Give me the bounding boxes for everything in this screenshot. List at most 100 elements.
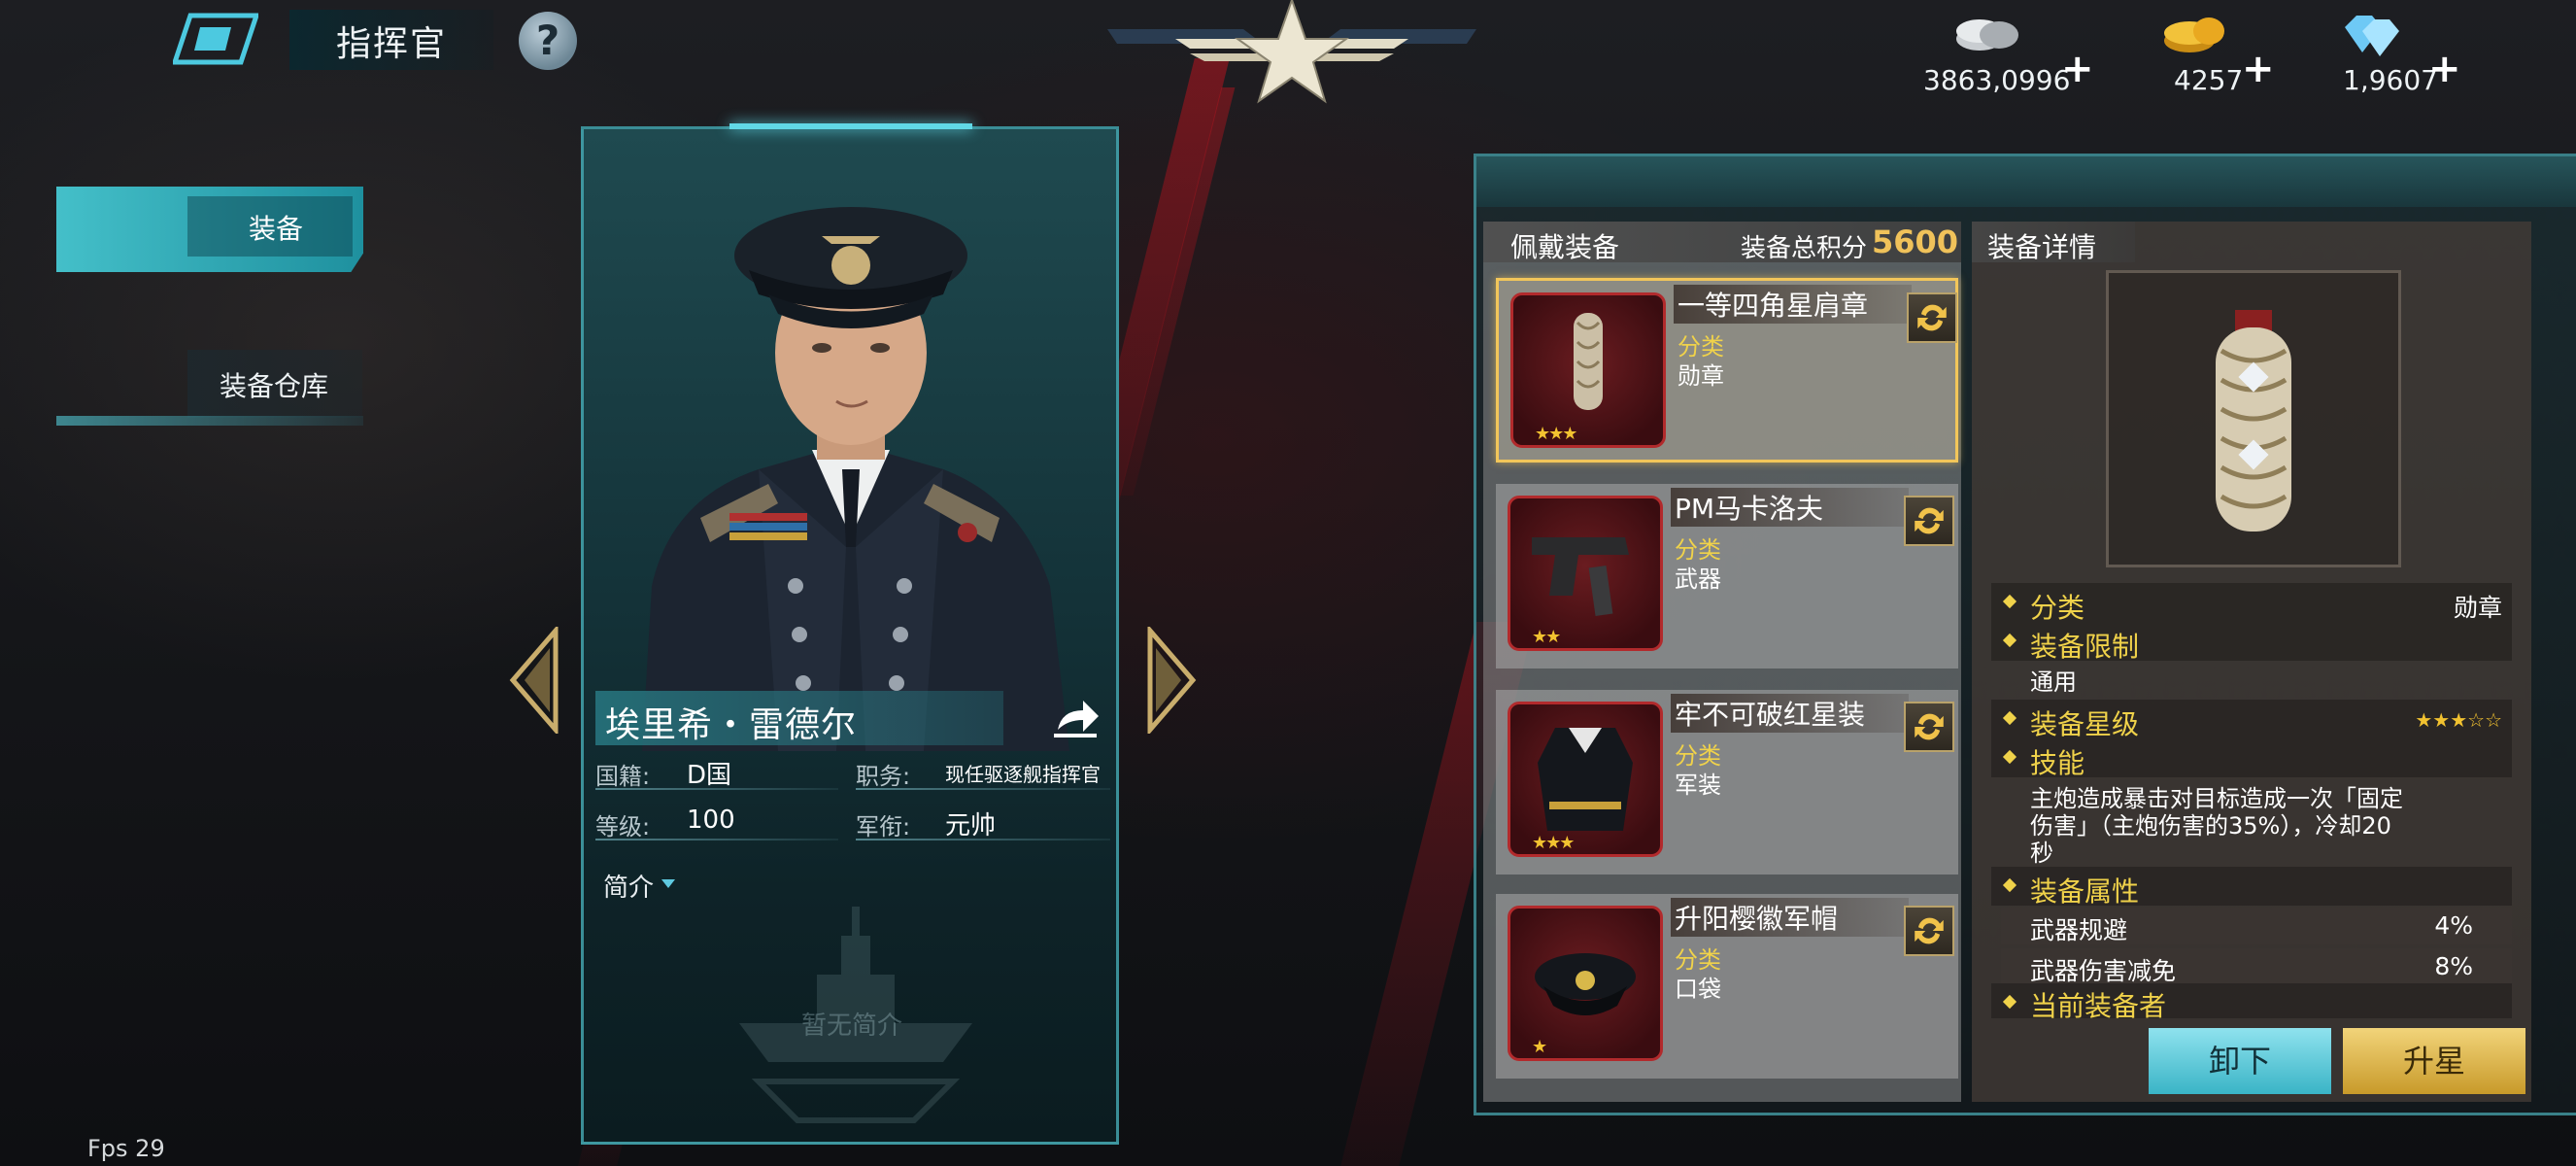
star-wings-emblem-icon	[1107, 0, 1476, 104]
share-icon[interactable]	[1048, 691, 1102, 745]
level-row: 等级: 100	[595, 804, 838, 840]
detail-image-frame	[2106, 270, 2401, 567]
silver-coins-icon	[1956, 19, 2018, 51]
category-label: 分类	[2030, 592, 2085, 624]
holder-label: 当前装备者	[2030, 990, 2167, 1022]
position-value: 现任驱逐舰指挥官	[945, 763, 1101, 786]
menu-equip-label: 装备	[249, 213, 304, 245]
swap-icon[interactable]	[1904, 906, 1954, 956]
equipment-thumb: ★★★	[1510, 292, 1666, 448]
nationality-row: 国籍: D国	[595, 753, 838, 790]
equipment-card[interactable]: ★ 升阳樱徽军帽 分类 口袋	[1496, 894, 1958, 1079]
diamond-value: 1,9607	[2343, 64, 2438, 96]
divider	[595, 788, 838, 790]
attr-row: 武器伤害减免 8%	[2001, 948, 2512, 985]
tab-underline	[56, 416, 363, 426]
attr-label: 装备属性	[2030, 875, 2140, 908]
upgrade-star-button[interactable]: 升星	[2343, 1028, 2525, 1094]
attr-name: 武器伤害减免	[2030, 957, 2177, 985]
equipment-thumb: ★	[1508, 906, 1663, 1061]
category-value: 军装	[1675, 772, 1721, 799]
detail-title: 装备详情	[1987, 231, 2097, 263]
divider	[856, 788, 1110, 790]
divider	[595, 839, 838, 840]
equipment-card[interactable]: ★★★ 牢不可破红星装 分类 军装	[1496, 690, 1958, 874]
help-button[interactable]: ?	[519, 12, 577, 70]
unequip-button[interactable]: 卸下	[2149, 1028, 2331, 1094]
attr-value: 8%	[2434, 952, 2473, 980]
swap-icon[interactable]	[1907, 292, 1957, 343]
star-level-value: ★★★☆☆	[2415, 708, 2502, 732]
category-value: 武器	[1675, 566, 1721, 593]
commander-name: 埃里希・雷德尔	[605, 705, 858, 745]
gold-coins-icon	[2164, 17, 2224, 52]
equipment-name: 牢不可破红星装	[1671, 694, 1909, 733]
restriction-value: 通用	[2030, 669, 2077, 696]
no-intro-text: 暂无简介	[801, 1012, 903, 1041]
page-title: 指挥官	[336, 24, 448, 64]
menu-equip-tab[interactable]: 装备	[56, 187, 363, 272]
category-value: 口袋	[1675, 976, 1721, 1003]
position-label: 职务:	[856, 763, 911, 790]
swap-icon[interactable]	[1904, 496, 1954, 546]
score-value: 5600	[1872, 223, 1959, 260]
detail-category-row: 分类 勋章	[1991, 583, 2512, 624]
equipped-header: 佩戴装备 装备总积分 5600	[1483, 222, 1961, 263]
epaulette-icon	[1574, 313, 1603, 410]
next-commander-arrow-icon[interactable]	[1144, 627, 1199, 734]
nationality-value: D国	[687, 761, 732, 790]
diamond-bullet-icon	[2002, 749, 2017, 765]
equipment-card[interactable]: ★★ PM马卡洛夫 分类 武器	[1496, 484, 1958, 669]
equipment-name: 升阳樱徽军帽	[1671, 898, 1909, 937]
equipment-name: PM马卡洛夫	[1671, 488, 1909, 527]
skill-text-line: 秒	[2030, 840, 2053, 867]
diamond-bullet-icon	[2002, 633, 2017, 648]
silver-plus-button[interactable]: +	[2061, 47, 2094, 91]
detail-skill-row: 技能	[1991, 738, 2512, 779]
diamond-plus-button[interactable]: +	[2428, 47, 2461, 91]
item-stars: ★★★	[1535, 424, 1577, 444]
rank-value: 元帅	[945, 811, 997, 840]
diamond-bullet-icon	[2002, 877, 2017, 893]
skill-label: 技能	[2030, 747, 2085, 779]
attr-value: 4%	[2434, 911, 2473, 940]
diamond-bullet-icon	[2002, 594, 2017, 609]
menu-storage-label: 装备仓库	[220, 370, 329, 402]
menu-storage-tab[interactable]: 装备仓库	[56, 350, 363, 428]
silver-value: 3863,0996	[1923, 64, 2071, 96]
star-level-label: 装备星级	[2030, 708, 2140, 740]
intro-toggle[interactable]: 简介	[603, 868, 654, 904]
pistol-icon	[1532, 537, 1629, 617]
item-stars: ★★★	[1532, 833, 1575, 853]
equipped-title: 佩戴装备	[1510, 231, 1620, 263]
detail-attr-row: 装备属性	[1991, 867, 2512, 908]
detail-header: 装备详情	[1972, 222, 2135, 263]
rank-label: 军衔:	[856, 813, 911, 840]
cap-icon	[1535, 953, 1636, 1015]
position-row: 职务: 现任驱逐舰指挥官	[856, 753, 1110, 790]
swap-icon[interactable]	[1904, 702, 1954, 752]
prev-commander-arrow-icon[interactable]	[507, 627, 561, 734]
diamond-bullet-icon	[2002, 994, 2017, 1010]
score-label: 装备总积分	[1741, 234, 1868, 263]
rank-row: 军衔: 元帅	[856, 804, 1110, 840]
attr-name: 武器规避	[2030, 916, 2128, 944]
category-value: 勋章	[1678, 362, 1724, 390]
dropdown-arrow-icon[interactable]	[661, 879, 675, 888]
equipment-thumb: ★★★	[1508, 702, 1663, 857]
diamond-resource: 1,9607 +	[2331, 10, 2477, 97]
equipment-thumb: ★★	[1508, 496, 1663, 651]
equipment-name: 一等四角星肩章	[1674, 285, 1912, 324]
commander-portrait	[642, 207, 1069, 751]
skill-text-line: 伤害」（主炮伤害的35%），冷却20	[2030, 812, 2391, 840]
item-stars: ★★	[1532, 627, 1561, 647]
fps-counter: Fps 29	[87, 1135, 165, 1162]
nationality-label: 国籍:	[595, 763, 651, 790]
equipment-card[interactable]: ★★★ 一等四角星肩章 分类 勋章	[1496, 278, 1958, 463]
category-value: 勋章	[2453, 594, 2502, 622]
silver-resource: 3863,0996 +	[1923, 10, 2094, 97]
attr-row: 武器规避 4%	[2001, 908, 2512, 944]
level-value: 100	[687, 806, 735, 835]
gold-plus-button[interactable]: +	[2242, 47, 2275, 91]
restriction-label: 装备限制	[2030, 631, 2140, 663]
